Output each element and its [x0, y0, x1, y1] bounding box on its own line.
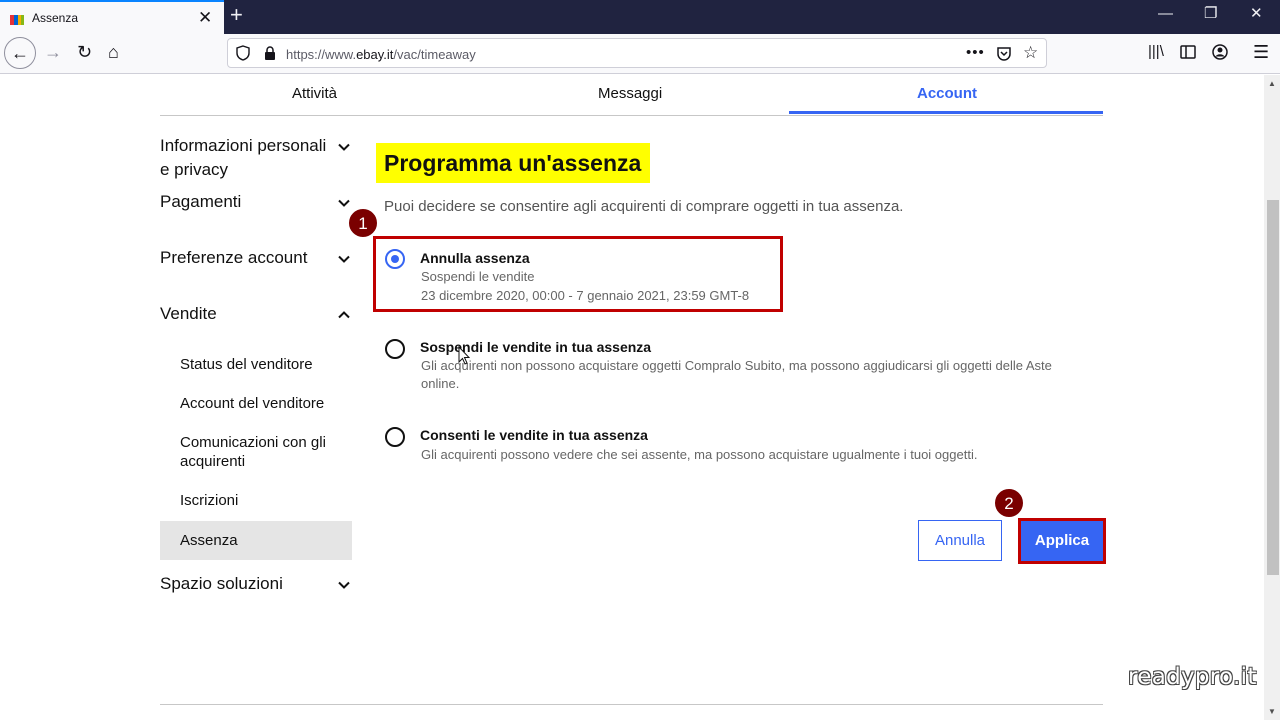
sidebar-group-pagamenti[interactable]: Pagamenti [160, 190, 330, 214]
highlight-box-option [373, 236, 783, 312]
chevron-down-icon[interactable] [338, 253, 350, 265]
sidebar-item-status-venditore[interactable]: Status del venditore [160, 355, 352, 374]
sidebar-item-account-venditore[interactable]: Account del venditore [160, 394, 352, 413]
navigation-bar: ← → ↻ ⌂ https://www.ebay.it/vac/timeaway… [0, 34, 1280, 74]
reload-icon[interactable]: ↻ [77, 42, 92, 62]
radio-sospendi-vendite[interactable] [385, 339, 405, 359]
step-marker-2: 2 [994, 488, 1024, 518]
restore-icon[interactable]: ❐ [1204, 6, 1217, 22]
option-title: Sospendi le vendite in tua assenza [420, 339, 652, 355]
sidebar-item-iscrizioni[interactable]: Iscrizioni [160, 491, 352, 510]
sidebar-group-spazio-soluzioni[interactable]: Spazio soluzioni [160, 572, 330, 596]
watermark: readypro.it [1128, 664, 1257, 690]
option-description: Gli acquirenti possono vedere che sei as… [421, 447, 978, 462]
browser-tab-bar: Assenza ✕ + — ❐ ✕ [0, 0, 1280, 34]
new-tab-icon[interactable]: + [230, 4, 243, 26]
chevron-up-icon[interactable] [338, 309, 350, 321]
chevron-down-icon[interactable] [338, 197, 350, 209]
minimize-icon[interactable]: — [1158, 6, 1173, 22]
page-scrollbar[interactable]: ▲ ▼ [1264, 75, 1280, 720]
sidebar-item-comunicazioni[interactable]: Comunicazioni con gli acquirenti [160, 433, 352, 471]
sidebar-toggle-icon[interactable] [1180, 45, 1196, 59]
home-icon[interactable]: ⌂ [108, 42, 119, 62]
tab-attivita[interactable]: Attività [292, 85, 337, 102]
cancel-button[interactable]: Annulla [918, 520, 1002, 561]
ebay-favicon-icon [10, 12, 24, 26]
url-bar[interactable]: https://www.ebay.it/vac/timeaway ••• ☆ [227, 38, 1047, 68]
highlight-box-apply [1018, 518, 1106, 564]
url-text[interactable]: https://www.ebay.it/vac/timeaway [286, 47, 476, 62]
sidebar-group-informazioni[interactable]: Informazioni personali e privacy [160, 134, 330, 182]
sidebar-item-assenza[interactable]: Assenza [160, 521, 352, 560]
pocket-icon[interactable] [996, 46, 1012, 62]
close-tab-icon[interactable]: ✕ [198, 9, 212, 26]
footer-divider [160, 704, 1103, 705]
bookmark-star-icon[interactable]: ☆ [1023, 44, 1038, 62]
library-icon[interactable]: |||\ [1148, 42, 1164, 62]
shield-icon[interactable] [236, 45, 250, 61]
scroll-thumb[interactable] [1267, 200, 1279, 575]
option-description: Gli acquirenti non possono acquistare og… [421, 358, 1052, 391]
browser-tab[interactable]: Assenza ✕ [0, 0, 224, 34]
chevron-down-icon[interactable] [338, 579, 350, 591]
tab-messaggi[interactable]: Messaggi [598, 85, 662, 102]
back-icon[interactable]: ← [4, 37, 36, 69]
scroll-up-icon[interactable]: ▲ [1268, 79, 1276, 88]
tab-title: Assenza [32, 11, 79, 25]
sidebar-group-preferenze[interactable]: Preferenze account [160, 246, 330, 270]
page-title: Programma un'assenza [376, 143, 651, 183]
close-window-icon[interactable]: ✕ [1250, 6, 1263, 22]
lock-icon[interactable] [264, 46, 276, 60]
sidebar-group-vendite[interactable]: Vendite [160, 302, 330, 326]
radio-consenti-vendite[interactable] [385, 427, 405, 447]
account-icon[interactable] [1212, 44, 1228, 60]
chevron-down-icon[interactable] [338, 141, 350, 153]
forward-icon[interactable]: → [44, 42, 62, 62]
intro-text: Puoi decidere se consentire agli acquire… [384, 198, 904, 215]
more-actions-icon[interactable]: ••• [966, 44, 985, 62]
account-tabs: Attività Messaggi Account [160, 74, 1103, 116]
active-tab-indicator [789, 111, 1103, 114]
option-title: Consenti le vendite in tua assenza [420, 427, 648, 443]
scroll-down-icon[interactable]: ▼ [1268, 707, 1276, 716]
menu-icon[interactable]: ☰ [1253, 42, 1269, 62]
tab-account[interactable]: Account [917, 85, 977, 102]
mouse-cursor-icon [458, 346, 470, 365]
step-marker-1: 1 [348, 208, 378, 238]
